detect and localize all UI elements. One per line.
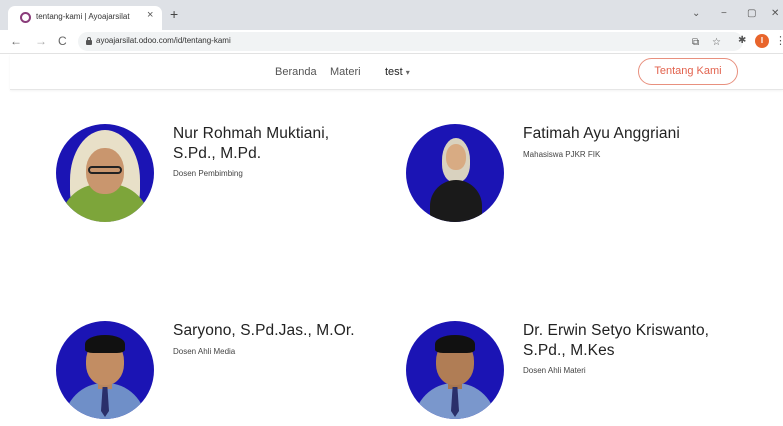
member-name-line: Fatimah Ayu Anggriani <box>523 125 680 142</box>
site-favicon-icon <box>20 12 31 23</box>
tab-title: tentang-kami | Ayoajarsilat <box>36 12 130 21</box>
nav-link-materi[interactable]: Materi <box>330 66 361 78</box>
bookmark-star-icon[interactable]: ☆ <box>712 37 721 49</box>
new-tab-button[interactable]: + <box>170 7 178 21</box>
browser-menu-icon[interactable]: ⋮ <box>775 34 783 47</box>
chevron-down-icon: ▾ <box>405 68 410 77</box>
tentang-kami-button[interactable]: Tentang Kami <box>638 58 738 85</box>
member-name: Saryono, S.Pd.Jas., M.Or. <box>173 321 413 341</box>
reload-button[interactable]: C <box>58 34 67 48</box>
forward-button[interactable]: → <box>35 34 47 48</box>
tab-search-icon[interactable]: ⌄ <box>692 8 700 20</box>
member-name-line: S.Pd., M.Kes <box>523 342 615 359</box>
member-name-line: Dr. Erwin Setyo Kriswanto, <box>523 322 710 339</box>
member-role: Dosen Ahli Materi <box>523 366 586 375</box>
member-role: Dosen Ahli Media <box>173 347 236 356</box>
url-text[interactable]: ayoajarsilat.odoo.com/id/tentang-kami <box>96 36 231 45</box>
member-photo-erwin <box>406 321 504 419</box>
nav-dropdown-test[interactable]: test ▾ <box>385 66 410 78</box>
back-button[interactable]: ← <box>10 34 22 48</box>
address-bar[interactable]: ayoajarsilat.odoo.com/id/tentang-kami ⧉ … <box>78 32 743 51</box>
site-navbar: Beranda Materi test ▾ Tentang Kami <box>10 54 783 90</box>
address-bar-row: ← → C ayoajarsilat.odoo.com/id/tentang-k… <box>0 30 783 54</box>
lock-icon[interactable] <box>86 37 92 45</box>
member-photo-fatimah <box>406 124 504 222</box>
extensions-puzzle-icon[interactable]: ✱ <box>738 35 746 47</box>
minimize-button[interactable]: − <box>721 8 727 20</box>
share-icon[interactable]: ⧉ <box>692 37 699 49</box>
close-window-button[interactable]: ✕ <box>771 8 779 20</box>
tab-close-icon[interactable]: × <box>147 9 153 21</box>
browser-tabstrip: tentang-kami | Ayoajarsilat × + ⌄ − ▢ ✕ <box>0 0 783 30</box>
member-photo-nur-rohmah <box>56 124 154 222</box>
profile-avatar[interactable]: I <box>755 34 769 48</box>
restore-button[interactable]: ▢ <box>747 8 756 20</box>
member-name-line: S.Pd., M.Pd. <box>173 145 262 162</box>
member-name-line: Nur Rohmah Muktiani, <box>173 125 330 142</box>
member-name: Dr. Erwin Setyo Kriswanto, S.Pd., M.Kes <box>523 321 763 361</box>
member-name: Fatimah Ayu Anggriani <box>523 124 763 144</box>
nav-dropdown-label: test <box>385 66 403 78</box>
member-photo-saryono <box>56 321 154 419</box>
browser-tab[interactable]: tentang-kami | Ayoajarsilat × <box>8 6 162 30</box>
member-role: Mahasiswa PJKR FIK <box>523 150 601 159</box>
member-role: Dosen Pembimbing <box>173 169 243 178</box>
member-name: Nur Rohmah Muktiani, S.Pd., M.Pd. <box>173 124 373 164</box>
nav-link-beranda[interactable]: Beranda <box>275 66 317 78</box>
member-name-line: Saryono, S.Pd.Jas., M.Or. <box>173 322 355 339</box>
